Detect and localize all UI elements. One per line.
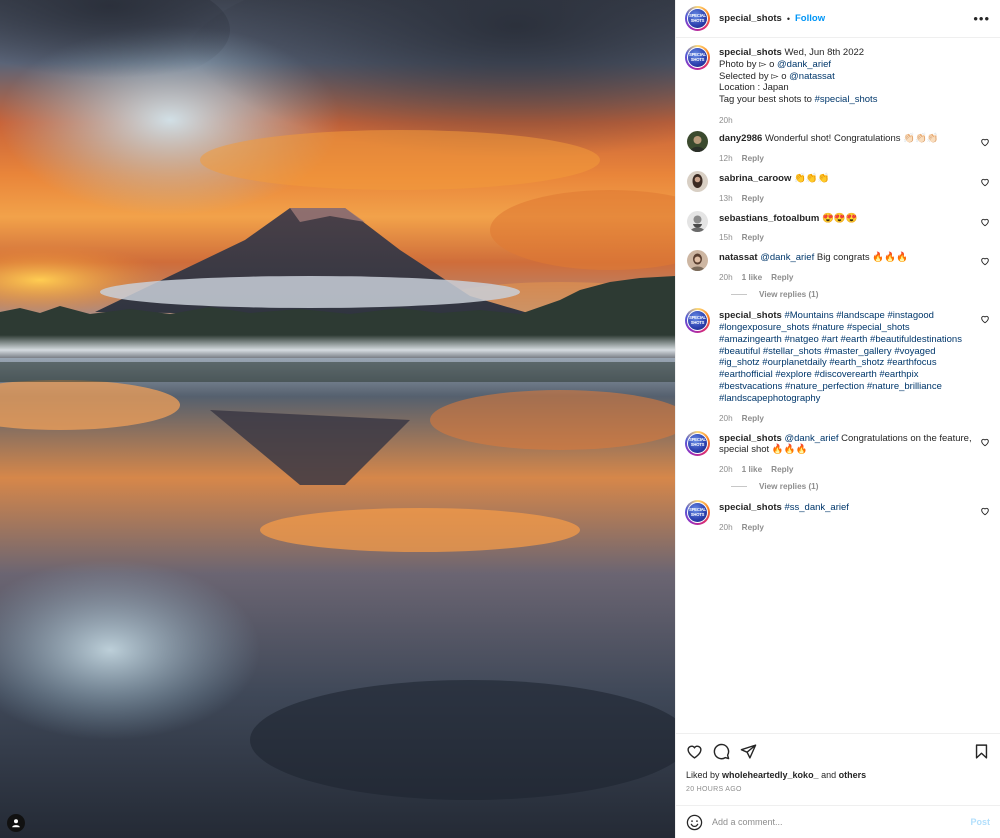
comment-username[interactable]: special_shots <box>719 310 782 321</box>
share-icon[interactable] <box>740 743 757 760</box>
comment-time: 20h <box>719 522 733 532</box>
comment-input[interactable] <box>712 817 971 827</box>
like-comment-heart-icon[interactable] <box>980 137 990 147</box>
comment-item: sabrina_caroow 👏👏👏 13h Reply <box>685 170 990 205</box>
post-photo[interactable] <box>0 0 675 838</box>
avatar[interactable] <box>687 170 708 192</box>
caption-time: 20h <box>719 115 733 125</box>
mention-link[interactable]: @dank_arief <box>760 252 814 263</box>
comment-composer: Post <box>676 805 1000 838</box>
emoji-icon[interactable] <box>686 814 703 831</box>
caption: SPECIAL SHOTS special_shots Wed, Jun 8th … <box>685 45 990 127</box>
avatar[interactable]: SPECIAL SHOTS <box>685 430 710 456</box>
tagged-users-button[interactable] <box>7 814 25 832</box>
avatar[interactable]: SPECIAL SHOTS <box>685 45 710 70</box>
mount-fuji-landscape-image <box>0 0 675 838</box>
caption-date: Wed, Jun 8th 2022 <box>784 47 865 58</box>
post-side-panel: SPECIAL SHOTS special_shots • Follow ••• … <box>675 0 1000 838</box>
comment-time: 15h <box>719 233 733 243</box>
hashtag-link[interactable]: #ss_dank_arief <box>784 502 848 513</box>
comments-list[interactable]: SPECIAL SHOTS special_shots Wed, Jun 8th … <box>676 38 1000 733</box>
comment-username[interactable]: dany2986 <box>719 133 762 144</box>
follow-button[interactable]: Follow <box>795 13 825 24</box>
comment-item: natassat @dank_arief Big congrats 🔥🔥🔥 20… <box>685 250 990 284</box>
comment-time: 20h <box>719 465 733 475</box>
caption-photo-by: Photo by ▻ o <box>719 58 778 70</box>
comment-item: dany2986 Wonderful shot! Congratulations… <box>685 130 990 165</box>
reply-button[interactable]: Reply <box>742 153 764 165</box>
like-comment-heart-icon[interactable] <box>980 506 990 516</box>
avatar[interactable] <box>687 130 708 152</box>
comment-time: 20h <box>719 273 733 283</box>
view-replies-label: View replies (1) <box>759 290 819 300</box>
mention-link[interactable]: @natassat <box>789 71 835 82</box>
person-icon <box>12 819 20 828</box>
reply-button[interactable]: Reply <box>742 232 764 244</box>
comment-text: 😍😍😍 <box>821 212 858 224</box>
bookmark-icon[interactable] <box>973 743 990 760</box>
comment-time: 13h <box>719 193 733 203</box>
reply-button[interactable]: Reply <box>771 272 793 284</box>
avatar[interactable]: SPECIAL SHOTS <box>685 6 710 31</box>
post-timestamp: 20 HOURS AGO <box>686 786 742 793</box>
like-comment-heart-icon[interactable] <box>980 314 990 324</box>
view-replies-label: View replies (1) <box>759 482 819 492</box>
comment-item: SPECIAL SHOTS special_shots #Mountains #l… <box>685 308 990 425</box>
comment-likes-count[interactable]: 1 like <box>742 272 763 284</box>
comment-username[interactable]: special_shots <box>719 502 782 513</box>
comment-time: 20h <box>719 413 733 423</box>
liked-by-others[interactable]: others <box>839 770 867 780</box>
reply-button[interactable]: Reply <box>742 522 764 534</box>
comment-item: sebastians_fotoalbum 😍😍😍 15h Reply <box>685 210 990 245</box>
view-replies-button[interactable]: View replies (1) <box>731 482 990 491</box>
hashtag-link[interactable]: #special_shots <box>815 94 878 105</box>
avatar[interactable]: SPECIAL SHOTS <box>685 500 710 526</box>
post-username[interactable]: special_shots <box>719 13 782 24</box>
post-comment-button[interactable]: Post <box>970 817 990 827</box>
view-replies-button[interactable]: View replies (1) <box>731 290 990 299</box>
avatar[interactable]: SPECIAL SHOTS <box>685 308 710 334</box>
caption-location: Location : Japan <box>719 82 789 94</box>
post-viewer: SPECIAL SHOTS special_shots • Follow ••• … <box>0 0 1000 838</box>
mention-link[interactable]: @dank_arief <box>777 59 831 70</box>
comment-likes-count[interactable]: 1 like <box>742 464 763 476</box>
caption-selected-by: Selected by ▻ o <box>719 70 790 82</box>
comment-username[interactable]: special_shots <box>719 433 782 444</box>
comment-text: Wonderful shot! Congratulations 👏🏻👏🏻👏🏻 <box>764 132 939 144</box>
more-options-icon[interactable]: ••• <box>973 11 990 26</box>
comment-icon[interactable] <box>713 743 730 760</box>
like-comment-heart-icon[interactable] <box>980 256 990 266</box>
liked-by-text: Liked by wholeheartedly_koko_ and others <box>686 770 867 780</box>
comment-username[interactable]: sebastians_fotoalbum <box>719 213 819 224</box>
like-comment-heart-icon[interactable] <box>980 217 990 227</box>
reply-button[interactable]: Reply <box>771 464 793 476</box>
comment-username[interactable]: natassat <box>719 252 758 263</box>
comment-time: 12h <box>719 153 733 163</box>
post-actions: Liked by wholeheartedly_koko_ and others… <box>676 733 1000 805</box>
reply-button[interactable]: Reply <box>742 413 764 425</box>
like-comment-heart-icon[interactable] <box>980 437 990 447</box>
comment-username[interactable]: sabrina_caroow <box>719 173 791 184</box>
like-comment-heart-icon[interactable] <box>980 177 990 187</box>
reply-button[interactable]: Reply <box>742 193 764 205</box>
comment-text: 👏👏👏 <box>793 172 830 184</box>
separator-dot: • <box>786 13 790 24</box>
comment-item: SPECIAL SHOTS special_shots @dank_arief C… <box>685 430 990 477</box>
caption-username[interactable]: special_shots <box>719 47 782 58</box>
caption-tag-text: Tag your best shots to <box>719 94 815 106</box>
mention-link[interactable]: @dank_arief <box>784 433 838 444</box>
liked-by-user[interactable]: wholeheartedly_koko_ <box>722 770 819 780</box>
post-header: SPECIAL SHOTS special_shots • Follow ••• <box>676 0 1000 38</box>
comment-item: SPECIAL SHOTS special_shots #ss_dank_arie… <box>685 500 990 534</box>
hashtags-text[interactable]: #Mountains #landscape #instagood #longex… <box>719 310 962 404</box>
comment-text: Big congrats 🔥🔥🔥 <box>814 252 908 264</box>
avatar[interactable] <box>687 250 708 272</box>
heart-icon[interactable] <box>686 743 703 760</box>
avatar[interactable] <box>687 210 708 232</box>
